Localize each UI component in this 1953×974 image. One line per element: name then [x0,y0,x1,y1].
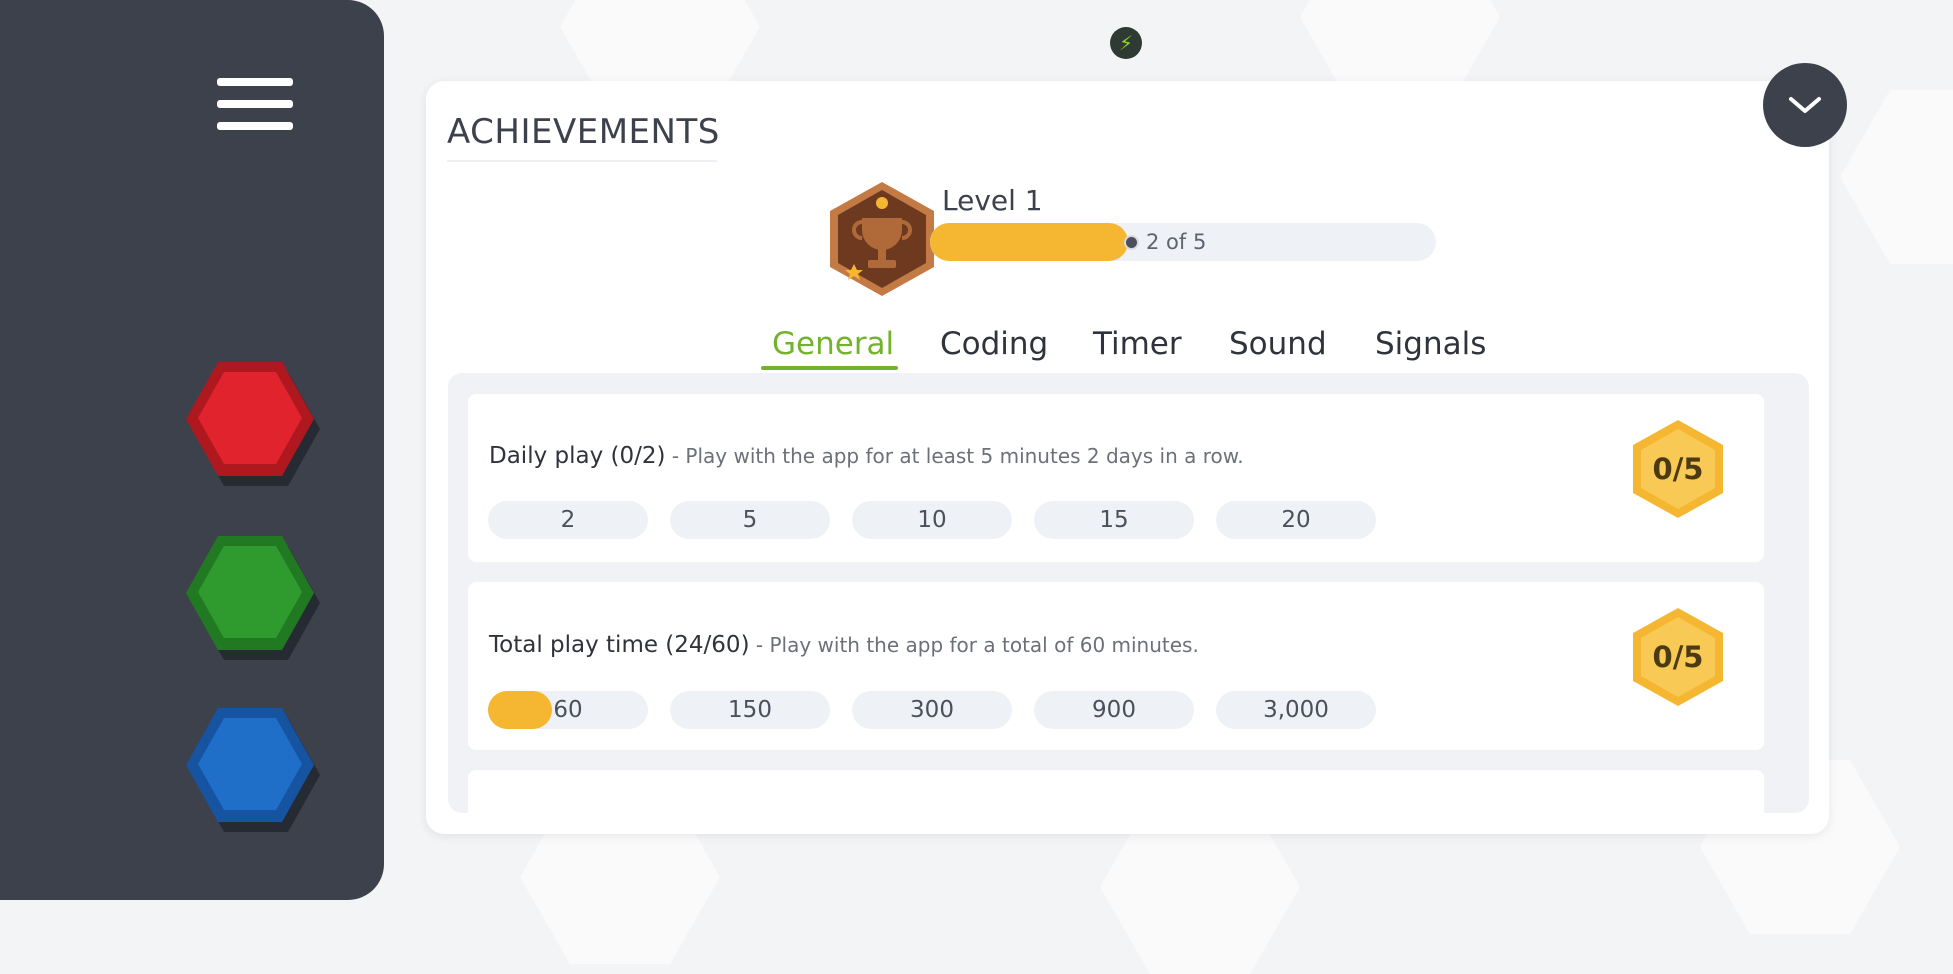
level-progress-text: 2 of 5 [1146,230,1207,254]
milestone-pill: 15 [1034,501,1194,539]
achievement-header: Daily play (0/2) - Play with the app for… [489,443,1244,469]
milestone-pill: 10 [852,501,1012,539]
milestone-pill: 2 [488,501,648,539]
milestone-value: 15 [1099,507,1129,533]
tab-coding[interactable]: Coding [940,326,1048,362]
level-label: Level 1 [942,184,1043,217]
trophy-icon [830,182,934,296]
badge-count: 0/5 [1652,452,1704,486]
achievement-badge: 0/5 [1630,606,1726,708]
tab-general[interactable]: General [772,326,894,362]
milestone-value: 10 [917,507,947,533]
list-item [468,770,1764,813]
page-title: ACHIEVEMENTS [447,112,720,152]
milestone-value: 150 [728,697,772,723]
tab-timer[interactable]: Timer [1093,326,1182,362]
milestone-value: 900 [1092,697,1136,723]
milestone-pill: 150 [670,691,830,729]
tab-signals[interactable]: Signals [1375,326,1486,362]
achievement-title: Total play time (24/60) [489,632,750,658]
milestone-pill: 5 [670,501,830,539]
milestone-value: 20 [1281,507,1311,533]
achievement-title: Daily play (0/2) [489,443,666,469]
level-progress-count: 2 of 5 [1124,230,1206,254]
blue-hexagon-button[interactable] [186,708,320,834]
progress-dot-icon [1124,234,1139,250]
red-hexagon-button[interactable] [186,362,320,488]
milestone-value: 60 [553,697,583,723]
milestone-value: 3,000 [1263,697,1329,723]
title-divider [447,160,717,162]
achievement-description: - Play with the app for a total of 60 mi… [749,633,1199,657]
hamburger-icon[interactable] [217,78,293,136]
milestone-pill: 300 [852,691,1012,729]
list-item: Total play time (24/60) - Play with the … [468,582,1764,750]
milestone-pill: 20 [1216,501,1376,539]
achievement-header: Total play time (24/60) - Play with the … [489,632,1199,658]
sidebar [0,0,384,900]
milestone-pill: 60 [488,691,648,729]
milestone-value: 5 [742,507,758,533]
green-hexagon-button[interactable] [186,536,320,662]
list-item: Daily play (0/2) - Play with the app for… [468,394,1764,562]
milestone-value: 300 [910,697,954,723]
milestone-pill: 3,000 [1216,691,1376,729]
chevron-down-icon[interactable] [1763,63,1847,147]
achievement-description: - Play with the app for at least 5 minut… [665,444,1244,468]
achievement-badge: 0/5 [1630,418,1726,520]
milestone-value: 2 [560,507,576,533]
lightning-icon: ⚡ [1110,27,1142,59]
active-tab-indicator [761,366,898,370]
tab-sound[interactable]: Sound [1229,326,1327,362]
background-hexagon [1840,90,1953,264]
level-progress-fill [930,223,1128,261]
achievement-list[interactable]: Daily play (0/2) - Play with the app for… [448,373,1809,813]
badge-count: 0/5 [1652,640,1704,674]
milestone-pill: 900 [1034,691,1194,729]
